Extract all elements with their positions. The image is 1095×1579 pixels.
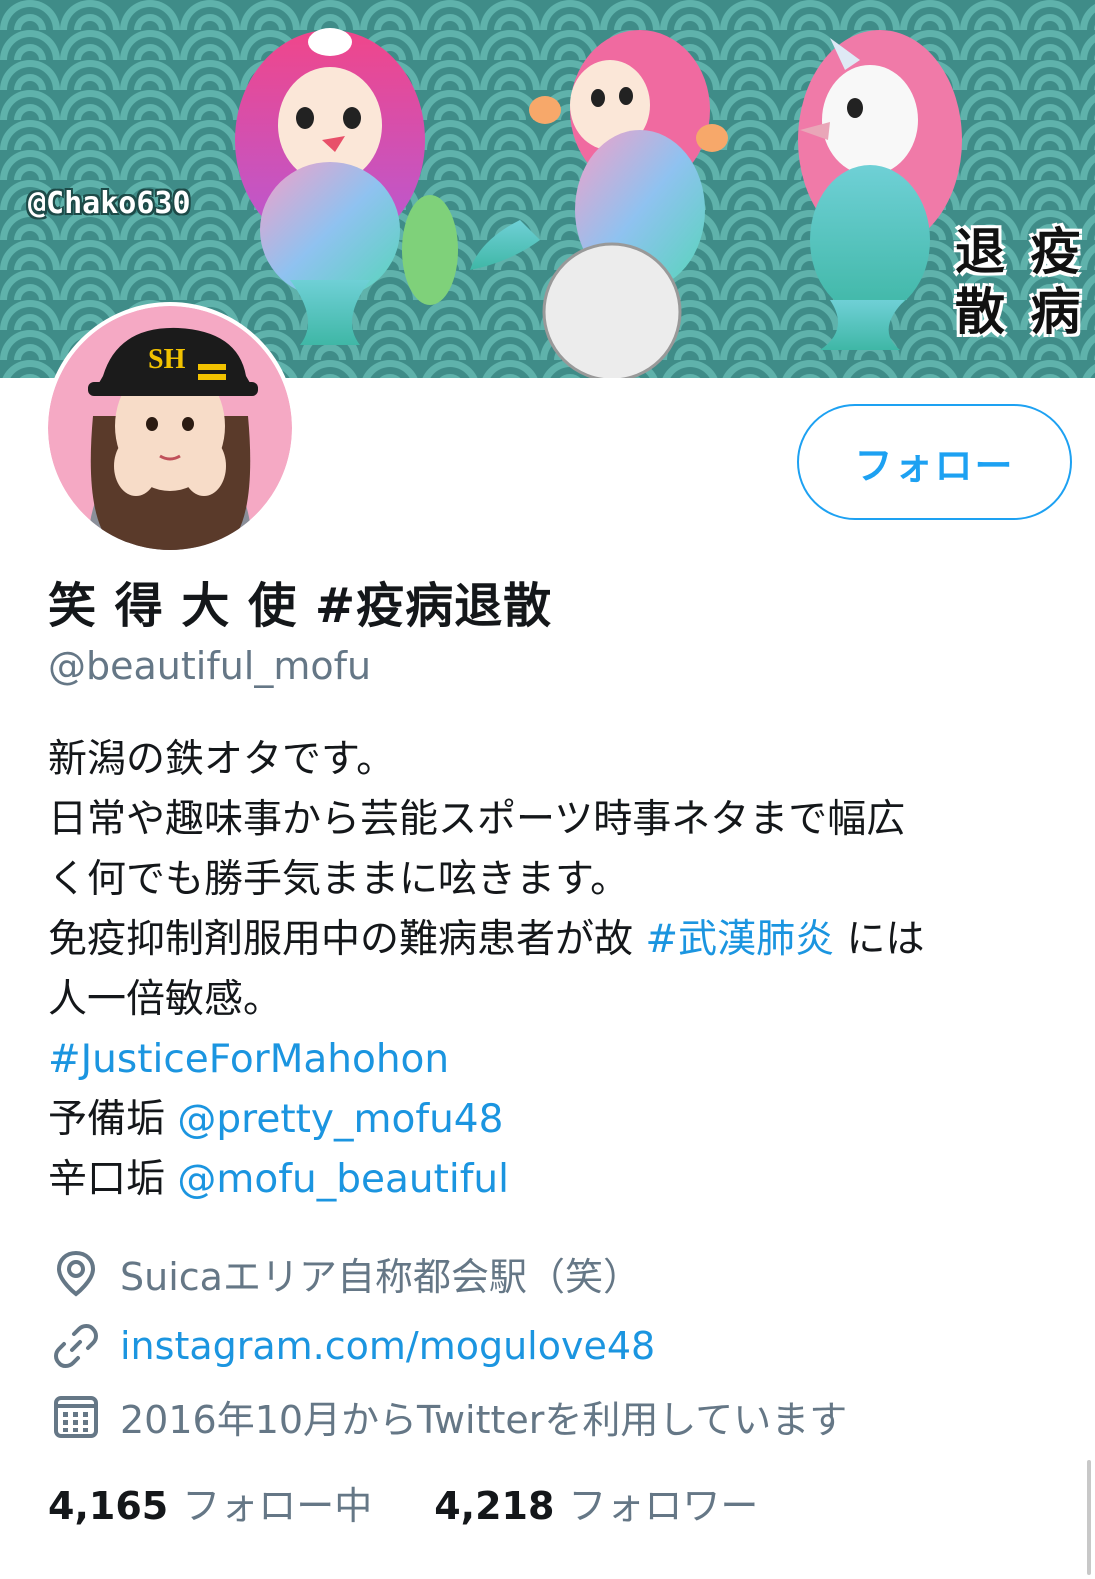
follow-button[interactable]: フォロー [797,404,1072,520]
profile-url-link[interactable]: instagram.com/mogulove48 [120,1324,655,1368]
hashtag-link[interactable]: #JusticeForMahohon [48,1037,449,1082]
banner-caption-line: 散 病 [955,283,1085,341]
bio-line: 日常や趣味事から芸能スポーツ時事ネタまで幅広 [48,797,906,842]
followers-stat[interactable]: 4,218 フォロワー [434,1475,758,1530]
bio-text: 予備垢 [48,1097,178,1142]
avatar-image: SH [48,306,292,550]
bio-line: 新潟の鉄オタです。 [48,737,396,782]
hashtag-link[interactable]: #武漢肺炎 [645,917,834,962]
banner-watermark: @Chako630 [28,186,191,221]
bio-line: く何でも勝手気ままに呟きます。 [48,857,630,902]
bio-line: 辛口垢 @mofu_beautiful [48,1150,1058,1210]
followers-label: フォロワー [568,1484,759,1528]
profile-location: Suicaエリア自称都会駅（笑） [50,1245,641,1301]
bio-text: 辛口垢 [48,1157,178,1202]
follow-stats: 4,165 フォロー中 4,218 フォロワー [48,1475,758,1530]
link-icon [50,1320,102,1372]
join-date-text: 2016年10月からTwitterを利用しています [120,1397,848,1442]
scrollbar[interactable] [1085,1460,1095,1575]
following-stat[interactable]: 4,165 フォロー中 [48,1475,372,1530]
bio-line: 免疫抑制剤服用中の難病患者が故 #武漢肺炎 には [48,910,1058,970]
following-label: フォロー中 [182,1484,373,1528]
location-text: Suicaエリア自称都会駅（笑） [120,1254,641,1299]
following-count: 4,165 [48,1484,169,1528]
user-handle: @beautiful_mofu [48,644,372,688]
mention-link[interactable]: @pretty_mofu48 [177,1097,503,1142]
mention-link[interactable]: @mofu_beautiful [177,1157,509,1202]
profile-avatar[interactable]: SH [44,302,296,554]
profile-bio: 新潟の鉄オタです。 日常や趣味事から芸能スポーツ時事ネタまで幅広 く何でも勝手気… [48,730,1058,1210]
profile-url[interactable]: instagram.com/mogulove48 [50,1318,655,1374]
bio-line: #JusticeForMahohon [48,1030,1058,1090]
calendar-icon [50,1390,102,1442]
banner-caption-line: 退 疫 [955,223,1085,281]
location-pin-icon [50,1247,102,1299]
bio-line: 人一倍敏感。 [48,977,283,1022]
banner-caption: 退 疫 散 病 [955,222,1095,342]
followers-count: 4,218 [434,1484,555,1528]
bio-text: 免疫抑制剤服用中の難病患者が故 [48,917,646,962]
bio-line: 予備垢 @pretty_mofu48 [48,1090,1058,1150]
display-name: 笑 得 大 使 #疫病退散 [48,578,553,634]
svg-text:SH: SH [148,344,186,375]
bio-text: には [834,917,925,962]
profile-join-date: 2016年10月からTwitterを利用しています [50,1388,847,1444]
